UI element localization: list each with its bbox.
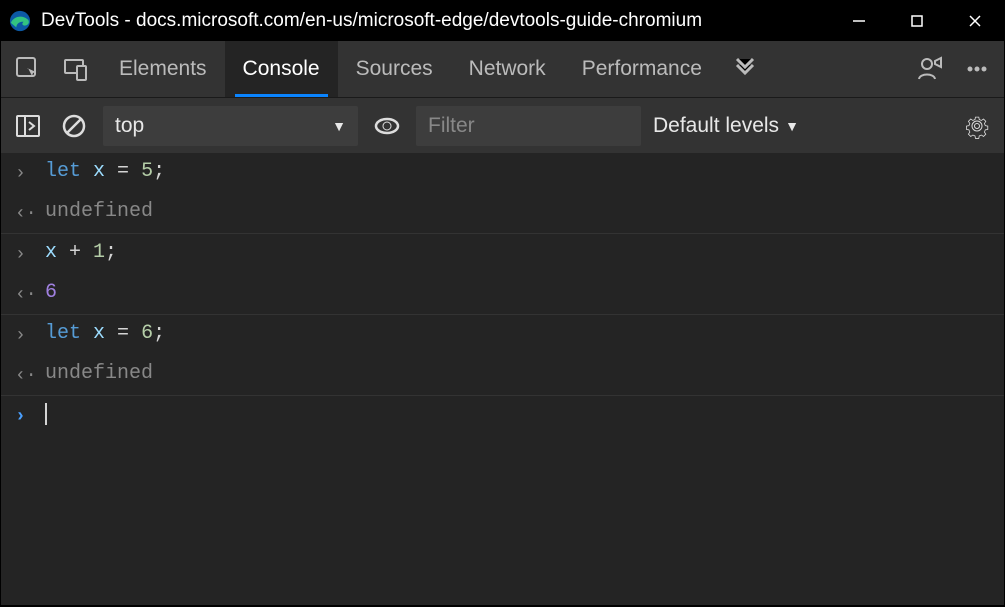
inspect-element-icon[interactable] [5,41,51,97]
output-chevron-icon: ‹· [15,280,45,308]
filter-input[interactable] [416,106,641,146]
minimize-button[interactable] [830,1,888,41]
toggle-sidebar-icon[interactable] [11,109,45,143]
tab-sources[interactable]: Sources [338,41,451,97]
window-title: DevTools - docs.microsoft.com/en-us/micr… [41,10,830,32]
console-input-row: ›x + 1; [1,234,1004,274]
code-line: undefined [45,361,153,389]
console-toolbar: top ▼ Default levels ▼ [1,97,1004,153]
input-chevron-icon: › [15,240,45,268]
execution-context-select[interactable]: top ▼ [103,106,358,146]
close-button[interactable] [946,1,1004,41]
input-chevron-icon: › [15,321,45,349]
console-output-row: ‹·6 [1,274,1004,315]
chevron-down-icon: ▼ [785,118,799,134]
devtools-tabbar: ElementsConsoleSourcesNetworkPerformance [1,41,1004,97]
code-line: let x = 6; [45,321,165,349]
clear-console-icon[interactable] [57,109,91,143]
context-value: top [115,114,144,138]
log-levels-select[interactable]: Default levels ▼ [653,114,799,138]
code-line: let x = 5; [45,159,165,187]
code-line: 6 [45,280,57,308]
input-chevron-icon: › [15,159,45,187]
code-line: x + 1; [45,240,117,268]
prompt-input[interactable] [45,402,47,430]
kebab-menu-icon[interactable] [954,41,1000,97]
prompt-chevron-icon: › [15,402,45,430]
output-chevron-icon: ‹· [15,361,45,389]
tab-elements[interactable]: Elements [101,41,225,97]
more-tabs-icon[interactable] [722,41,768,97]
tab-console[interactable]: Console [225,41,338,97]
live-expression-icon[interactable] [370,109,404,143]
chevron-down-icon: ▼ [332,118,346,134]
console-output[interactable]: ›let x = 5;‹·undefined›x + 1;‹·6›let x =… [1,153,1004,605]
output-chevron-icon: ‹· [15,199,45,227]
console-input-row: ›let x = 5; [1,153,1004,193]
devtools-icon [9,10,31,32]
console-output-row: ‹·undefined [1,355,1004,396]
console-input-row: ›let x = 6; [1,315,1004,355]
tab-network[interactable]: Network [451,41,564,97]
console-output-row: ‹·undefined [1,193,1004,234]
code-line: undefined [45,199,153,227]
console-prompt-row[interactable]: › [1,396,1004,436]
levels-label: Default levels [653,114,779,138]
maximize-button[interactable] [888,1,946,41]
tab-performance[interactable]: Performance [564,41,720,97]
settings-gear-icon[interactable] [960,109,994,143]
device-emulation-icon[interactable] [53,41,99,97]
window-titlebar: DevTools - docs.microsoft.com/en-us/micr… [1,1,1004,41]
feedback-icon[interactable] [906,41,952,97]
